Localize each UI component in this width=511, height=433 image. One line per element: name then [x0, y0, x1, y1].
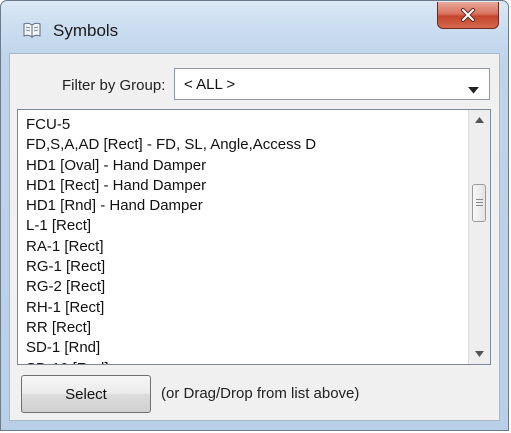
list-item[interactable]: RR [Rect] — [26, 318, 460, 338]
vertical-scrollbar[interactable] — [468, 110, 490, 364]
list-item[interactable]: RA-1 [Rect] — [26, 237, 460, 257]
filter-group-dropdown[interactable]: < ALL > — [174, 68, 490, 100]
list-item[interactable]: SD-10 [Rnd] — [26, 359, 460, 364]
close-x-icon — [460, 8, 476, 22]
list-item[interactable]: RH-1 [Rect] — [26, 298, 460, 318]
list-item[interactable]: L-1 [Rect] — [26, 216, 460, 236]
symbols-window: Symbols Filter by Group: < ALL > FCU-5 FD… — [0, 0, 509, 431]
scrollbar-thumb[interactable] — [472, 184, 486, 222]
drag-drop-hint: (or Drag/Drop from list above) — [161, 385, 360, 402]
close-button[interactable] — [437, 2, 499, 29]
list-item[interactable]: HD1 [Rnd] - Hand Damper — [26, 196, 460, 216]
list-item[interactable]: RG-2 [Rect] — [26, 277, 460, 297]
scroll-up-icon[interactable] — [469, 110, 490, 130]
list-item[interactable]: FD,S,A,AD [Rect] - FD, SL, Angle,Access … — [26, 135, 460, 155]
select-button[interactable]: Select — [21, 375, 151, 413]
scroll-down-icon[interactable] — [469, 344, 490, 364]
symbols-list: FCU-5 FD,S,A,AD [Rect] - FD, SL, Angle,Ac… — [26, 115, 460, 364]
window-title: Symbols — [53, 21, 119, 40]
chevron-down-icon — [468, 81, 479, 99]
list-item[interactable]: HD1 [Oval] - Hand Damper — [26, 156, 460, 176]
symbols-book-icon — [22, 20, 42, 40]
list-item[interactable]: HD1 [Rect] - Hand Damper — [26, 176, 460, 196]
list-item[interactable]: SD-1 [Rnd] — [26, 338, 460, 358]
symbols-listbox[interactable]: FCU-5 FD,S,A,AD [Rect] - FD, SL, Angle,Ac… — [17, 109, 491, 365]
filter-label: Filter by Group: — [62, 77, 166, 94]
list-item[interactable]: FCU-5 — [26, 115, 460, 135]
title-bar[interactable]: Symbols — [1, 1, 508, 53]
list-item[interactable]: RG-1 [Rect] — [26, 257, 460, 277]
dialog-content: Filter by Group: < ALL > FCU-5 FD,S,A,AD … — [9, 53, 500, 421]
filter-selected-value: < ALL > — [184, 76, 236, 93]
